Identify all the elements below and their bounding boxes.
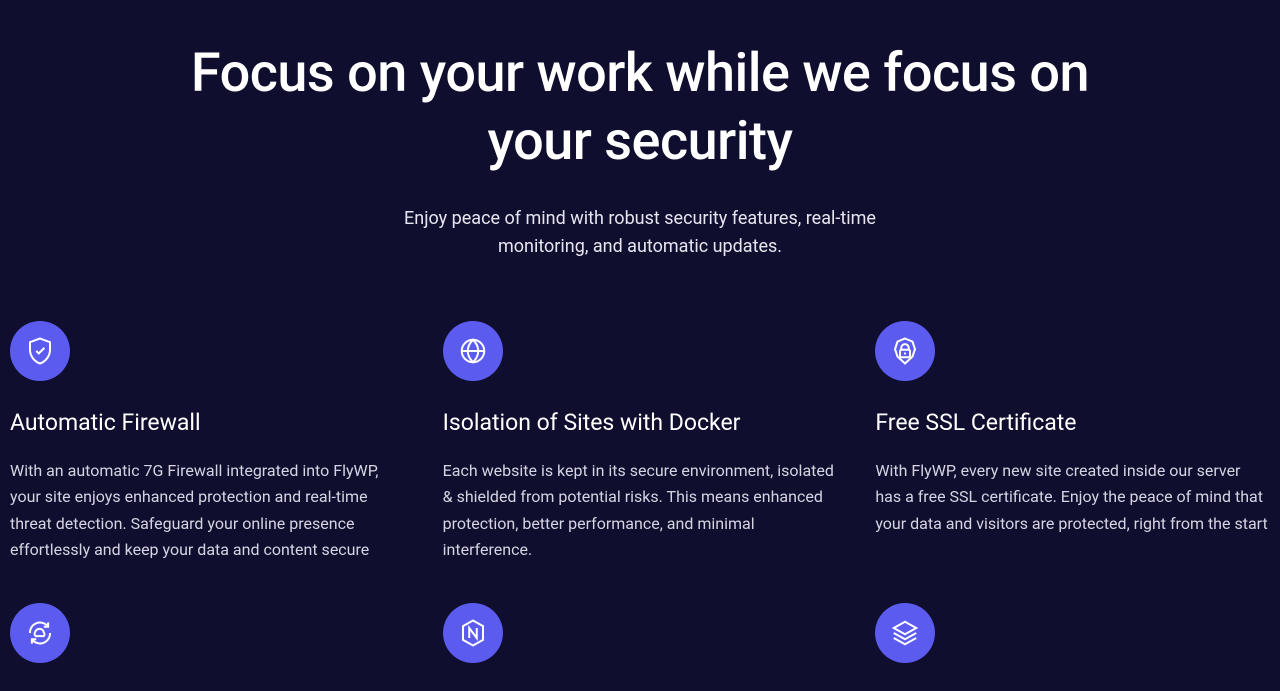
feature-title: Automatic Firewall (10, 409, 405, 436)
feature-title: Free SSL Certificate (875, 409, 1270, 436)
layers-icon (875, 603, 935, 663)
hex-n-icon (443, 603, 503, 663)
feature-automatic-firewall: Automatic Firewall With an automatic 7G … (10, 321, 405, 564)
feature-layers (875, 603, 1270, 691)
feature-hex-n (443, 603, 838, 691)
globe-icon (443, 321, 503, 381)
lock-star-icon (875, 321, 935, 381)
cloud-refresh-icon (10, 603, 70, 663)
feature-free-ssl: Free SSL Certificate With FlyWP, every n… (875, 321, 1270, 564)
hero-title: Focus on your work while we focus on you… (180, 40, 1100, 175)
feature-body: With an automatic 7G Firewall integrated… (10, 458, 405, 564)
feature-body: Each website is kept in its secure envir… (443, 458, 838, 564)
hero-subtitle: Enjoy peace of mind with robust security… (370, 205, 910, 261)
hero-section: Focus on your work while we focus on you… (180, 40, 1100, 261)
feature-cloud-refresh (10, 603, 405, 691)
shield-check-icon (10, 321, 70, 381)
feature-title: Isolation of Sites with Docker (443, 409, 838, 436)
features-grid: Automatic Firewall With an automatic 7G … (10, 321, 1270, 691)
feature-docker-isolation: Isolation of Sites with Docker Each webs… (443, 321, 838, 564)
feature-body: With FlyWP, every new site created insid… (875, 458, 1270, 537)
